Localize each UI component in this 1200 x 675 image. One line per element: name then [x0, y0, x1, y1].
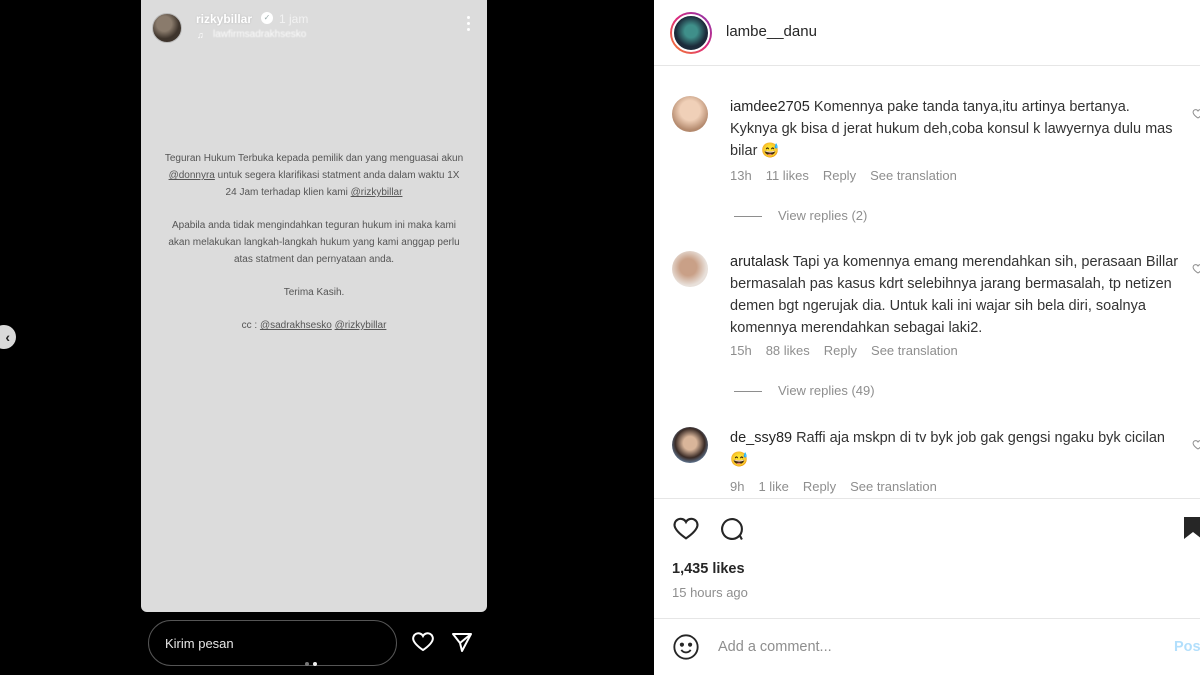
commenter-avatar[interactable]	[672, 427, 708, 463]
more-options-icon[interactable]	[467, 16, 473, 34]
post-comment-button[interactable]: Post	[1174, 639, 1200, 655]
commenter-username[interactable]: de_ssy89	[730, 430, 792, 446]
story-audio-label[interactable]: lawfirmsadrakhsesko	[213, 29, 306, 40]
comment-likes[interactable]: 11 likes	[766, 168, 809, 183]
message-input[interactable]: Kirim pesan	[148, 620, 397, 666]
add-comment-input[interactable]: Add a comment...	[718, 639, 832, 655]
instagram-screenshot: ‹ rizkybillar ✓ 1 jam ♫ lawfirmsadrakhse…	[0, 0, 1200, 675]
comment-likes[interactable]: 1 like	[758, 479, 788, 494]
progress-dot	[305, 662, 309, 666]
posted-time: 15 hours ago	[672, 585, 748, 600]
story-paragraph-2: Apabila anda tidak mengindahkan teguran …	[168, 220, 460, 265]
story-paragraph-1: Teguran Hukum Terbuka kepada pemilik dan…	[163, 150, 465, 201]
see-translation-button[interactable]: See translation	[871, 343, 958, 358]
mention-link[interactable]: @sadrakhsesko	[260, 320, 332, 331]
view-replies-button[interactable]: View replies (49)	[734, 383, 875, 398]
comment-meta: 13h 11 likes Reply See translation	[730, 168, 971, 183]
comment-likes[interactable]: 88 likes	[766, 343, 810, 358]
story-time: 1 jam	[279, 12, 309, 26]
comment-meta: 15h 88 likes Reply See translation	[730, 343, 972, 358]
reply-button[interactable]: Reply	[823, 168, 856, 183]
progress-dot-active	[313, 662, 317, 666]
commenter-avatar[interactable]	[672, 96, 708, 132]
likes-count[interactable]: 1,435 likes	[672, 561, 745, 577]
comment-text: iamdee2705 Komennya pake tanda tanya,itu …	[730, 96, 1180, 162]
view-replies-button[interactable]: View replies (2)	[734, 208, 867, 223]
message-placeholder: Kirim pesan	[165, 636, 234, 651]
reply-button[interactable]: Reply	[824, 343, 857, 358]
comment-text: arutalask Tapi ya komennya emang merendah…	[730, 251, 1180, 339]
comment-bubble-icon[interactable]	[718, 515, 746, 543]
emoji-icon[interactable]	[672, 633, 700, 661]
view-replies-label: View replies (49)	[778, 383, 875, 398]
story-username[interactable]: rizkybillar	[196, 12, 252, 26]
mention-link[interactable]: @donnyra	[169, 170, 215, 181]
comment-like-icon[interactable]	[1192, 108, 1200, 120]
story-progress-dots	[305, 653, 325, 666]
mention-link[interactable]: @rizkybillar	[351, 187, 403, 198]
story-cc-line: cc : @sadrakhsesko @rizkybillar	[163, 317, 465, 334]
audio-icon: ♫	[197, 30, 204, 40]
cc-prefix: cc :	[241, 320, 260, 331]
send-icon[interactable]	[450, 630, 474, 654]
add-comment-bar: Add a comment... Post	[654, 618, 1200, 675]
story-viewer: ‹ rizkybillar ✓ 1 jam ♫ lawfirmsadrakhse…	[0, 0, 654, 675]
story-text-segment: Teguran Hukum Terbuka kepada pemilik dan…	[164, 153, 464, 164]
view-replies-label: View replies (2)	[778, 208, 868, 223]
post-username[interactable]: lambe__danu	[726, 23, 817, 40]
post-actions: 1,435 likes 15 hours ago	[654, 498, 1200, 610]
comment-time: 13h	[730, 168, 752, 183]
reply-button[interactable]: Reply	[803, 479, 836, 494]
story-text-segment: untuk segera klarifikasi statment anda d…	[214, 170, 460, 198]
comment-body: Raffi aja mskpn di tv byk job gak gengsi…	[730, 430, 1165, 468]
commenter-avatar[interactable]	[672, 251, 708, 287]
comment-like-icon[interactable]	[1192, 439, 1200, 451]
story-paragraph-3: Terima Kasih.	[283, 287, 345, 298]
heart-icon[interactable]	[411, 630, 435, 654]
comment-like-icon[interactable]	[1192, 263, 1200, 275]
like-heart-icon[interactable]	[672, 515, 700, 543]
story-avatar[interactable]	[152, 13, 182, 43]
commenter-username[interactable]: iamdee2705	[730, 99, 810, 115]
comment-body: Tapi ya komennya emang merendahkan sih, …	[730, 254, 1179, 336]
story-card: rizkybillar ✓ 1 jam ♫ lawfirmsadrakhsesk…	[141, 0, 487, 612]
see-translation-button[interactable]: See translation	[870, 168, 957, 183]
mention-link[interactable]: @rizkybillar	[335, 320, 387, 331]
commenter-username[interactable]: arutalask	[730, 254, 789, 270]
post-header: lambe__danu	[654, 0, 1200, 66]
post-panel: lambe__danu iamdee2705 Komennya pake tand…	[654, 0, 1200, 675]
verified-badge-icon: ✓	[261, 12, 273, 24]
story-text: Teguran Hukum Terbuka kepada pemilik dan…	[163, 150, 465, 350]
see-translation-button[interactable]: See translation	[850, 479, 937, 494]
story-header: rizkybillar ✓ 1 jam ♫ lawfirmsadrakhsesk…	[141, 0, 487, 48]
bookmark-icon[interactable]	[1182, 515, 1200, 541]
comment-meta: 9h 1 like Reply See translation	[730, 479, 951, 494]
comment-time: 15h	[730, 343, 752, 358]
post-avatar[interactable]	[670, 12, 712, 54]
previous-story-button[interactable]: ‹	[0, 325, 16, 349]
comment-time: 9h	[730, 479, 745, 494]
comment-text: de_ssy89 Raffi aja mskpn di tv byk job ga…	[730, 427, 1180, 471]
